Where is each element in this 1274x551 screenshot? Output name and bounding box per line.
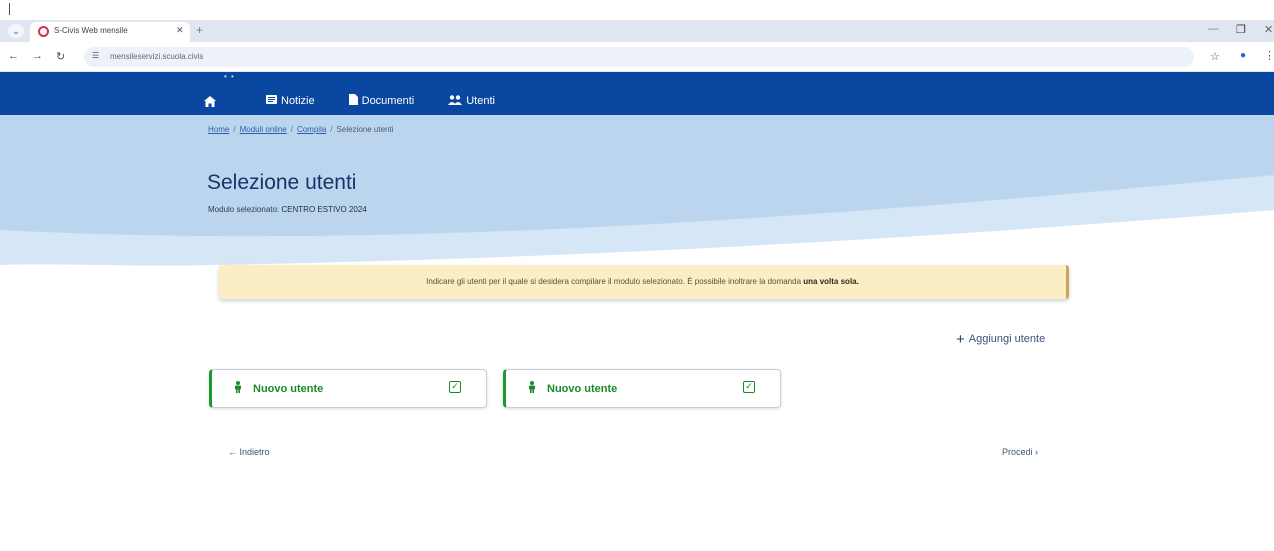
subtitle-prefix: Modulo selezionato: [208,205,280,214]
tab-search-chevron-down-icon[interactable]: ⌄ [8,24,24,38]
person-icon [234,381,242,396]
user-card[interactable]: Nuovo utente ✓ [503,369,781,408]
reload-icon[interactable]: ↻ [56,50,65,63]
add-user-label: Aggiungi utente [968,333,1046,345]
checkbox-checked-icon[interactable]: ✓ [743,381,755,393]
home-shape [204,95,216,107]
breadcrumb-separator: / [330,125,333,134]
alert-message: Indicare gli utenti per il quale si desi… [426,277,802,286]
home-icon[interactable] [204,94,224,108]
checkbox-checked-icon[interactable]: ✓ [449,381,461,393]
more-icon[interactable]: ⋮ [1264,49,1274,62]
nav-item-utenti[interactable]: Utenti [448,94,495,108]
new-tab-plus-icon[interactable]: + [196,23,203,37]
hero-section: Home / Moduli online / Compila / Selezione ute… [0,115,1274,285]
top-strip [0,0,1274,20]
hero-wave-background [0,115,1274,285]
selected-module: CENTRO ESTIVO 2024 [281,205,367,214]
address-bar: ← → ↻ ☰ mensileservizi.scuola.civis ☆ ● … [0,42,1274,72]
bookmark-star-icon[interactable]: ☆ [1210,50,1220,63]
url-input[interactable]: ☰ mensileservizi.scuola.civis [84,47,1194,67]
plus-icon: + [956,330,965,348]
forward-arrow-icon[interactable]: → [32,50,43,62]
page-title: Selezione utenti [207,171,357,194]
info-alert: Indicare gli utenti per il quale si desi… [219,265,1069,299]
proceed-link[interactable]: Procedi › [1002,447,1038,457]
minimize-icon[interactable]: — [1208,23,1219,35]
nav-item-notizie[interactable]: Notizie [266,95,315,107]
page-subtitle: Modulo selezionato: CENTRO ESTIVO 2024 [208,205,367,214]
restore-icon[interactable]: ❐ [1236,23,1246,36]
back-link[interactable]: ← Indietro [228,447,270,457]
breadcrumb: Home / Moduli online / Compila / Selezione ute… [208,125,393,134]
logo-dots: • • [224,72,235,81]
nav-item-label: Utenti [466,95,495,107]
newspaper-icon [266,95,277,107]
profile-icon[interactable]: ● [1240,50,1251,61]
breadcrumb-moduli[interactable]: Moduli online [240,125,287,134]
text-cursor [9,3,10,15]
user-card-label: Nuovo utente [253,383,324,395]
breadcrumb-compila[interactable]: Compila [297,125,326,134]
document-icon [348,94,358,108]
breadcrumb-separator: / [233,125,236,134]
user-card[interactable]: Nuovo utente ✓ [209,369,487,408]
breadcrumb-current: Selezione utenti [336,125,394,134]
nav-item-documenti[interactable]: Documenti [348,94,415,108]
breadcrumb-separator: / [290,125,293,134]
user-card-label: Nuovo utente [547,383,618,395]
breadcrumb-home[interactable]: Home [208,125,229,134]
document-shape [348,94,358,105]
browser-tab[interactable]: S-Civis Web mensile ✕ [30,22,190,42]
person-shape [529,381,535,393]
back-arrow-icon[interactable]: ← [8,50,19,62]
nav-item-label: Documenti [361,95,415,107]
site-favicon-icon [38,26,49,37]
users-icon [448,94,463,108]
window-close-icon[interactable]: ✕ [1264,23,1273,36]
site-header: • • Notizie Documenti Utenti [0,72,1274,115]
add-user-button[interactable]: + Aggiungi utente [956,330,1046,348]
url-text: mensileservizi.scuola.civis [110,52,204,61]
site-info-icon[interactable]: ☰ [92,51,104,62]
tab-title: S-Civis Web mensile [54,26,128,35]
browser-window: ⌄ S-Civis Web mensile ✕ + — ❐ ✕ ← → ↻ ☰ … [0,0,1274,551]
tab-bar: ⌄ S-Civis Web mensile ✕ + — ❐ ✕ [0,20,1274,42]
alert-emphasis: una volta sola. [803,277,859,286]
person-shape [235,381,241,393]
alert-text: Indicare gli utenti per il quale si desi… [219,277,1066,286]
person-icon [528,381,536,396]
main-nav: Notizie Documenti Utenti [204,94,495,108]
users-shape [448,94,463,105]
tab-close-icon[interactable]: ✕ [176,25,184,36]
newspaper-shape [266,95,277,104]
nav-item-label: Notizie [281,95,315,107]
